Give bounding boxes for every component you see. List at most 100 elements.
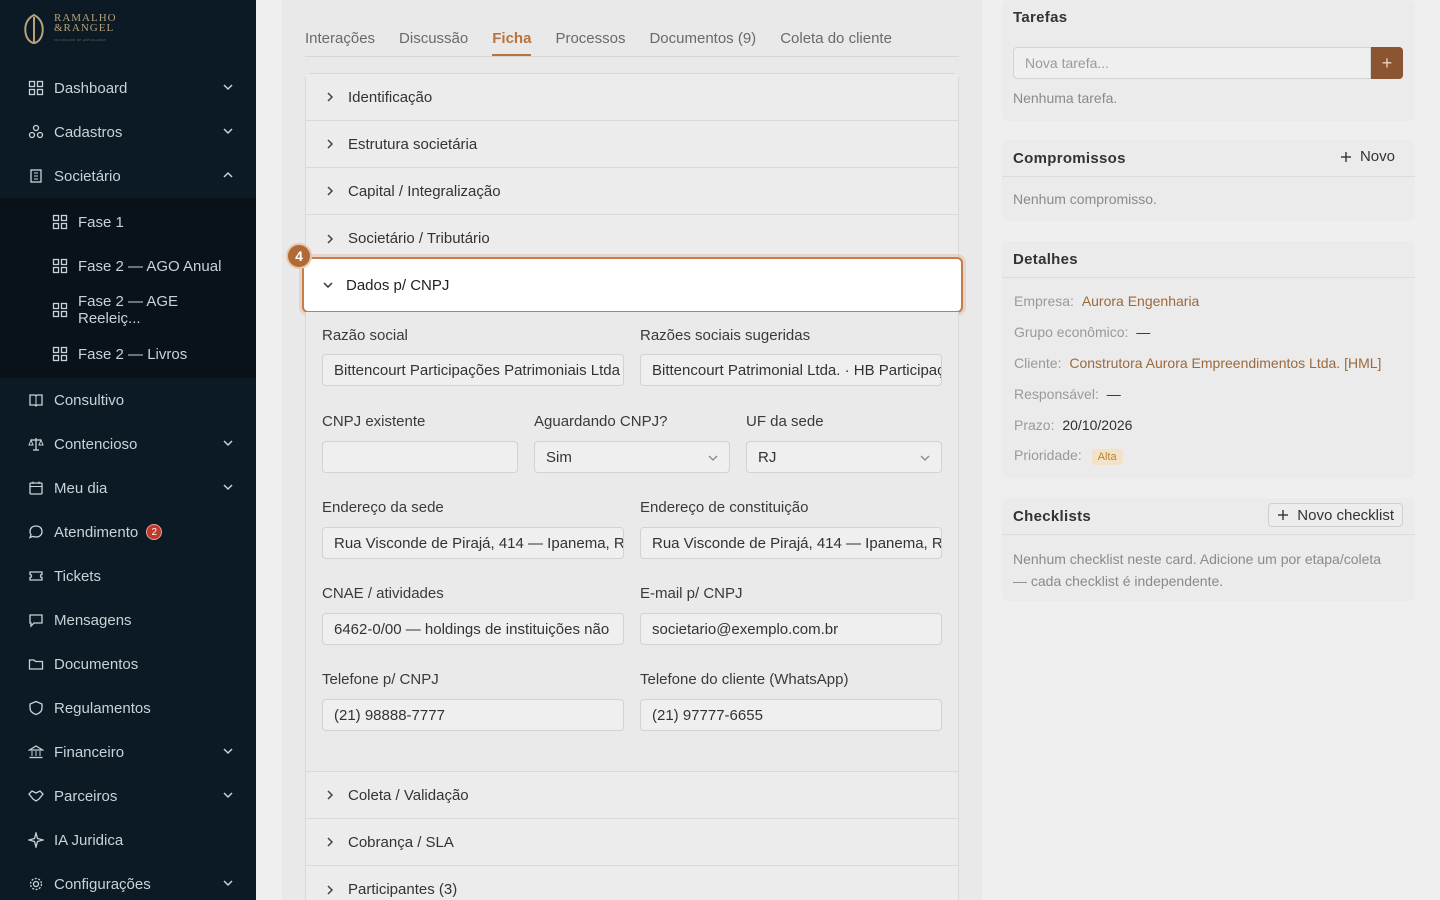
detail-key-colon: : [1050,417,1055,433]
accordion-cobranca-sla[interactable]: Cobrança / SLA [306,819,958,866]
detail-cliente: Cliente: Construtora Aurora Empreendimen… [1014,355,1381,371]
message-icon [28,612,44,628]
sidebar-item-mensagens[interactable]: Mensagens [0,598,256,642]
chevron-right-icon [327,837,334,847]
sidebar-item-parceiros[interactable]: Parceiros [0,774,256,818]
sidebar-subitem-label: Fase 2 — AGO Anual [78,257,222,275]
accordion-participantes[interactable]: Participantes (3) [306,866,958,900]
sidebar-item-configuracoes[interactable]: Configurações [0,862,256,900]
book-icon [28,392,44,408]
cnae-input[interactable]: 6462-0/00 — holdings de instituições não [322,613,624,645]
sidebar-subitem-fase1[interactable]: Fase 1 [0,200,256,244]
chevron-right-icon [327,139,334,149]
chevron-down-icon [223,128,233,135]
tarefas-title: Tarefas [1013,9,1068,26]
chevron-down-icon [323,282,333,289]
detail-key-colon: : [1124,324,1129,340]
chevron-right-icon [327,186,334,196]
detail-value: 20/10/2026 [1062,417,1133,433]
endereco-constituicao-input[interactable]: Rua Visconde de Pirajá, 414 — Ipanema, R [640,527,942,559]
sidebar-item-label: Cadastros [54,123,123,141]
tab-processos[interactable]: Processos [555,26,625,56]
telefone-cnpj-input[interactable]: (21) 98888-7777 [322,699,624,731]
gear-icon [28,876,44,892]
tab-interacoes[interactable]: Interações [305,26,375,56]
sidebar-item-contencioso[interactable]: Contencioso [0,422,256,466]
divider [1002,176,1415,177]
sidebar-item-consultivo[interactable]: Consultivo [0,378,256,422]
uf-sede-label: UF da sede [746,413,824,430]
aguardando-cnpj-select[interactable]: Sim [534,441,730,473]
sidebar-item-cadastros[interactable]: Cadastros [0,110,256,154]
razoes-sugeridas-label: Razões sociais sugeridas [640,327,811,344]
tab-discussao[interactable]: Discussão [399,26,468,56]
accordion-top: Identificação Estrutura societária Capit… [305,73,959,262]
accordion-label: Dados p/ CNPJ [346,276,450,294]
divider [1002,534,1415,535]
shield-icon [28,700,44,716]
cnpj-existente-input[interactable] [322,441,518,473]
aguardando-cnpj-value: Sim [546,448,572,466]
cliente-link[interactable]: Construtora Aurora Empreendimentos Ltda.… [1069,355,1381,371]
checklists-title: Checklists [1013,508,1092,525]
email-cnpj-input[interactable]: societario@exemplo.com.br [640,613,942,645]
add-task-button[interactable]: + [1371,47,1403,79]
tab-ficha[interactable]: Ficha [492,26,532,56]
accordion-bottom: Coleta / Validação Cobrança / SLA Partic… [305,771,959,900]
detail-key-colon: : [1077,447,1082,463]
grid-icon [52,214,68,230]
chevron-right-icon [327,790,334,800]
detalhes-title: Detalhes [1013,251,1078,268]
accordion-capital[interactable]: Capital / Integralização [306,168,958,215]
razoes-sugeridas-input[interactable]: Bittencourt Patrimonial Ltda. · HB Parti… [640,354,942,386]
tab-documentos[interactable]: Documentos (9) [649,26,756,56]
novo-checklist-label: Novo checklist [1297,506,1394,524]
accordion-societario-tributario[interactable]: Societário / Tributário [306,215,958,262]
brand-logo[interactable]: RAMALHO &RANGEL SOCIEDADE DE ADVOGADOS [22,12,117,46]
sidebar: RAMALHO &RANGEL SOCIEDADE DE ADVOGADOS D… [0,0,256,900]
accordion-dados-cnpj[interactable]: Dados p/ CNPJ [302,257,963,313]
razao-social-input[interactable]: Bittencourt Participações Patrimoniais L… [322,354,624,386]
tarefas-card: Tarefas Nova tarefa... + Nenhuma tarefa. [1002,0,1415,121]
sidebar-subitem-fase2-age[interactable]: Fase 2 — AGE Reeleiç... [0,288,256,332]
telefone-cliente-input[interactable]: (21) 97777-6655 [640,699,942,731]
grid-icon [52,258,68,274]
tab-coleta-cliente[interactable]: Coleta do cliente [780,26,892,56]
sidebar-item-meu-dia[interactable]: Meu dia [0,466,256,510]
sidebar-item-label: Societário [54,167,121,185]
accordion-label: Coleta / Validação [348,786,469,804]
sidebar-item-dashboard[interactable]: Dashboard [0,66,256,110]
novo-compromisso-button[interactable]: Novo [1340,148,1395,165]
accordion-label: Societário / Tributário [348,230,490,247]
sidebar-item-label: Mensagens [54,611,132,629]
detail-key: Grupo econômico [1014,324,1125,340]
detalhes-card: Detalhes Empresa: Aurora Engenharia Grup… [1002,241,1415,478]
sidebar-item-documentos[interactable]: Documentos [0,642,256,686]
sidebar-item-societario[interactable]: Societário [0,154,256,198]
handshake-icon [28,788,44,804]
accordion-estrutura-societaria[interactable]: Estrutura societária [306,121,958,168]
sidebar-subitem-label: Fase 1 [78,213,124,231]
checklists-card: Checklists Novo checklist Nenhum checkli… [1002,498,1415,601]
cnpj-existente-label: CNPJ existente [322,413,426,430]
sidebar-item-ia-juridica[interactable]: IA Juridica [0,818,256,862]
accordion-identificacao[interactable]: Identificação [306,74,958,121]
uf-sede-select[interactable]: RJ [746,441,942,473]
sidebar-item-financeiro[interactable]: Financeiro [0,730,256,774]
sidebar-item-atendimento[interactable]: Atendimento 2 [0,510,256,554]
bank-icon [28,744,44,760]
empresa-link[interactable]: Aurora Engenharia [1082,293,1200,309]
sidebar-item-regulamentos[interactable]: Regulamentos [0,686,256,730]
plus-icon [1278,510,1289,520]
nova-tarefa-input[interactable]: Nova tarefa... [1013,47,1371,79]
sidebar-subitem-label: Fase 2 — Livros [78,345,188,363]
sidebar-item-tickets[interactable]: Tickets [0,554,256,598]
brand-name: RAMALHO &RANGEL SOCIEDADE DE ADVOGADOS [54,13,117,45]
sidebar-subitem-fase2-ago[interactable]: Fase 2 — AGO Anual [0,244,256,288]
novo-checklist-button[interactable]: Novo checklist [1268,503,1403,527]
accordion-coleta-validacao[interactable]: Coleta / Validação [306,772,958,819]
calendar-icon [28,480,44,496]
sidebar-subitem-fase2-livros[interactable]: Fase 2 — Livros [0,332,256,376]
endereco-sede-input[interactable]: Rua Visconde de Pirajá, 414 — Ipanema, R [322,527,624,559]
detail-responsavel: Responsável: — [1014,386,1121,402]
